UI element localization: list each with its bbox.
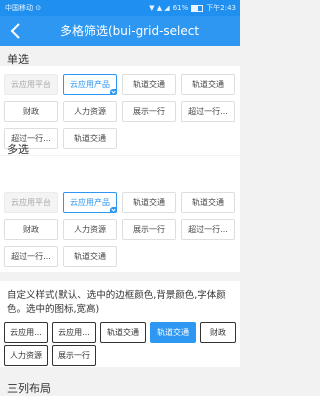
status-bar: 中国移动 ⊙ ▼ ▲ ◢ 61% 下午2:43 [0,0,240,16]
nav-bar: 多格筛选(bui-grid-select [0,16,240,46]
back-arrow-icon[interactable] [5,20,27,42]
custom-style-description: 自定义样式(默认、选中的边框颜色,背景颜色,字体颜色。选中的图标,宽高) [7,290,226,315]
page-title: 多格筛选(bui-grid-select [60,24,200,38]
battery-percent: 61% [172,4,189,12]
multi-option-9[interactable]: 超过一行... [4,246,58,267]
section-title-single: 单选 [7,53,29,66]
custom-option-6[interactable]: 人力资源 [4,345,48,366]
multi-option-4[interactable]: 轨道交通 [181,192,235,213]
single-option-4[interactable]: 轨道交通 [181,74,235,95]
check-icon [110,207,116,212]
clock: 下午2:43 [206,4,236,12]
multi-option-10[interactable]: 轨道交通 [63,246,117,267]
multi-option-6[interactable]: 人力资源 [63,219,117,240]
multi-option-8[interactable]: 超过一行... [181,219,235,240]
custom-option-1[interactable]: 云应用... [4,322,48,343]
custom-option-7[interactable]: 展示一行 [52,345,96,366]
signal-icon: ▼ ▲ ◢ [149,4,170,12]
multi-select-panel: 云应用平台 云应用产品 轨道交通 轨道交通 财政 人力资源 展示一行 超过一行.… [0,156,240,272]
multi-option-2-label: 云应用产品 [70,198,110,207]
single-option-6[interactable]: 人力资源 [63,101,117,122]
single-option-7[interactable]: 展示一行 [122,101,176,122]
single-select-panel: 云应用平台 云应用产品 轨道交通 轨道交通 财政 人力资源 展示一行 超过一行.… [0,66,240,155]
multi-option-5[interactable]: 财政 [4,219,58,240]
custom-option-4[interactable]: 轨道交通 [150,322,196,343]
carrier-label: 中国移动 ⊙ [5,4,42,12]
check-icon [110,89,116,94]
single-option-2[interactable]: 云应用产品 [63,74,117,95]
single-option-2-label: 云应用产品 [70,80,110,89]
multi-option-2[interactable]: 云应用产品 [63,192,117,213]
single-option-3[interactable]: 轨道交通 [122,74,176,95]
single-option-5[interactable]: 财政 [4,101,58,122]
single-option-10[interactable]: 轨道交通 [63,128,117,149]
section-title-multi: 多选 [7,143,29,156]
single-option-1: 云应用平台 [4,74,58,95]
custom-option-5[interactable]: 财政 [200,322,236,343]
multi-option-1: 云应用平台 [4,192,58,213]
multi-option-7[interactable]: 展示一行 [122,219,176,240]
status-right: ▼ ▲ ◢ 61% 下午2:43 [149,0,236,16]
section-title-three-column: 三列布局 [7,382,51,395]
custom-option-3[interactable]: 轨道交通 [100,322,146,343]
multi-option-3[interactable]: 轨道交通 [122,192,176,213]
custom-option-2[interactable]: 云应用... [52,322,96,343]
single-option-8[interactable]: 超过一行... [181,101,235,122]
battery-icon [191,4,204,12]
